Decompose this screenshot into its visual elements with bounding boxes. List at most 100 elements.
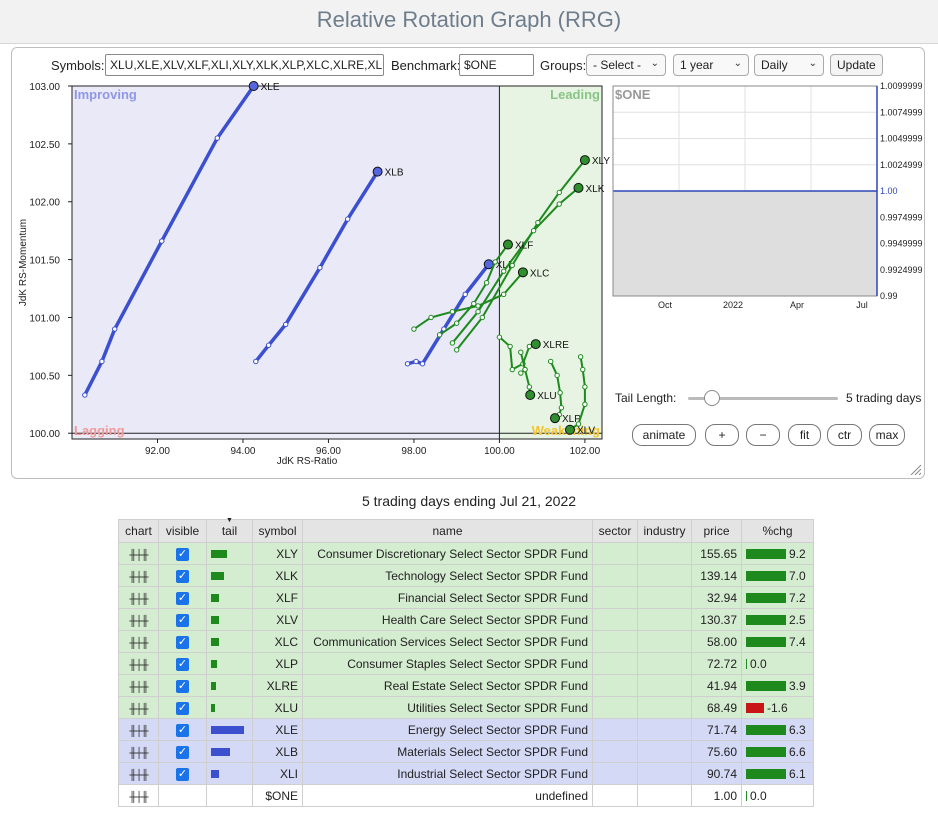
resize-handle-icon[interactable]: [909, 463, 921, 475]
chart-cell[interactable]: ╫┼╫: [118, 542, 159, 565]
candlestick-icon[interactable]: ╫┼╫: [129, 638, 148, 649]
table-row[interactable]: ╫┼╫ $ONE undefined 1.00 0.0: [118, 784, 814, 807]
rrg-chart[interactable]: ImprovingLeadingLaggingWeakening92.0094.…: [12, 48, 924, 478]
table-row[interactable]: ╫┼╫ ✓ XLV Health Care Select Sector SPDR Fu…: [118, 608, 814, 631]
table-row[interactable]: ╫┼╫ ✓ XLRE Real Estate Select Sector SPDR F…: [118, 674, 814, 697]
header-industry[interactable]: industry: [637, 519, 692, 543]
visible-cell[interactable]: ✓: [158, 740, 207, 763]
header-price[interactable]: price: [691, 519, 742, 543]
name-cell: Materials Select Sector SPDR Fund: [302, 740, 593, 763]
visible-cell[interactable]: ✓: [158, 586, 207, 609]
tail-bar: [211, 638, 219, 647]
chg-bar: [746, 571, 786, 582]
candlestick-icon[interactable]: ╫┼╫: [129, 594, 148, 605]
chart-cell[interactable]: ╫┼╫: [118, 784, 159, 807]
candlestick-icon[interactable]: ╫┼╫: [129, 726, 148, 737]
candlestick-icon[interactable]: ╫┼╫: [129, 792, 148, 803]
table-header-row: chart visible tail ▼ symbol name sector i…: [118, 517, 814, 543]
visible-checkbox[interactable]: ✓: [176, 679, 189, 693]
candlestick-icon[interactable]: ╫┼╫: [129, 682, 148, 693]
table-row[interactable]: ╫┼╫ ✓ XLI Industrial Select Sector SPDR Fun…: [118, 762, 814, 785]
table-row[interactable]: ╫┼╫ ✓ XLK Technology Select Sector SPDR Fun…: [118, 564, 814, 587]
candlestick-icon[interactable]: ╫┼╫: [129, 748, 148, 759]
header-tail[interactable]: tail ▼: [206, 517, 253, 543]
visible-checkbox[interactable]: ✓: [176, 547, 189, 561]
chart-cell[interactable]: ╫┼╫: [118, 630, 159, 653]
candlestick-icon[interactable]: ╫┼╫: [129, 616, 148, 627]
animate-button[interactable]: animate: [632, 424, 696, 446]
chart-cell[interactable]: ╫┼╫: [118, 718, 159, 741]
visible-checkbox[interactable]: ✓: [176, 635, 189, 649]
symbol-text: XLU: [274, 700, 298, 715]
table-row[interactable]: ╫┼╫ ✓ XLE Energy Select Sector SPDR Fund 71.…: [118, 718, 814, 741]
candlestick-icon[interactable]: ╫┼╫: [129, 704, 148, 715]
tail-point-xle: [159, 238, 165, 244]
chart-cell[interactable]: ╫┼╫: [118, 608, 159, 631]
table-row[interactable]: ╫┼╫ ✓ XLY Consumer Discretionary Select Sec…: [118, 542, 814, 565]
visible-cell[interactable]: [158, 784, 207, 807]
visible-checkbox[interactable]: ✓: [176, 701, 189, 715]
candlestick-icon[interactable]: ╫┼╫: [129, 550, 148, 561]
chart-cell[interactable]: ╫┼╫: [118, 652, 159, 675]
tail-point-xlf: [492, 259, 498, 265]
max-button[interactable]: max: [869, 424, 905, 446]
header-name[interactable]: name: [302, 519, 593, 543]
candlestick-icon[interactable]: ╫┼╫: [129, 572, 148, 583]
visible-checkbox[interactable]: ✓: [176, 723, 189, 737]
price-cell: 32.94: [691, 586, 742, 609]
visible-cell[interactable]: ✓: [158, 696, 207, 719]
visible-cell[interactable]: ✓: [158, 608, 207, 631]
chart-cell[interactable]: ╫┼╫: [118, 762, 159, 785]
tail-length-slider-handle[interactable]: [704, 390, 720, 406]
tail-point-xlc: [500, 291, 507, 298]
zoom-out-button[interactable]: −: [746, 424, 780, 446]
visible-checkbox[interactable]: ✓: [176, 591, 189, 605]
zoom-in-button[interactable]: +: [705, 424, 739, 446]
visible-cell[interactable]: ✓: [158, 674, 207, 697]
visible-cell[interactable]: ✓: [158, 564, 207, 587]
visible-checkbox[interactable]: ✓: [176, 569, 189, 583]
visible-cell[interactable]: ✓: [158, 762, 207, 785]
center-button[interactable]: ctr: [827, 424, 862, 446]
table-row[interactable]: ╫┼╫ ✓ XLU Utilities Select Sector SPDR Fund…: [118, 696, 814, 719]
tail-point-xlk: [500, 268, 507, 274]
header-sector[interactable]: sector: [592, 519, 638, 543]
table-row[interactable]: ╫┼╫ ✓ XLB Materials Select Sector SPDR Fund…: [118, 740, 814, 763]
price-text: 90.74: [706, 766, 737, 781]
symbol-text: XLB: [275, 744, 298, 759]
title-bar: Relative Rotation Graph (RRG): [0, 0, 938, 44]
header-chg[interactable]: %chg: [741, 519, 814, 543]
visible-cell[interactable]: ✓: [158, 652, 207, 675]
candlestick-icon[interactable]: ╫┼╫: [129, 770, 148, 781]
name-cell: Industrial Select Sector SPDR Fund: [302, 762, 593, 785]
visible-cell[interactable]: ✓: [158, 718, 207, 741]
chart-cell[interactable]: ╫┼╫: [118, 740, 159, 763]
table-row[interactable]: ╫┼╫ ✓ XLP Consumer Staples Select Sector SP…: [118, 652, 814, 675]
price-text: 58.00: [706, 634, 737, 649]
table-row[interactable]: ╫┼╫ ✓ XLC Communication Services Select Sec…: [118, 630, 814, 653]
chart-cell[interactable]: ╫┼╫: [118, 564, 159, 587]
header-chart[interactable]: chart: [118, 519, 159, 543]
fit-button[interactable]: fit: [788, 424, 821, 446]
tail-point-xle: [112, 326, 118, 332]
chg-cell: 0.0: [741, 784, 814, 807]
candlestick-icon[interactable]: ╫┼╫: [129, 660, 148, 671]
header-symbol[interactable]: symbol: [252, 519, 303, 543]
price-cell: 90.74: [691, 762, 742, 785]
visible-checkbox[interactable]: ✓: [176, 745, 189, 759]
table-row[interactable]: ╫┼╫ ✓ XLF Financial Select Sector SPDR Fund…: [118, 586, 814, 609]
header-visible[interactable]: visible: [158, 519, 207, 543]
visible-checkbox[interactable]: ✓: [176, 657, 189, 671]
visible-cell[interactable]: ✓: [158, 542, 207, 565]
tail-point-xle: [99, 358, 105, 365]
chart-cell[interactable]: ╫┼╫: [118, 674, 159, 697]
chart-cell[interactable]: ╫┼╫: [118, 586, 159, 609]
chart-cell[interactable]: ╫┼╫: [118, 696, 159, 719]
visible-checkbox[interactable]: ✓: [176, 767, 189, 781]
sector-cell: [592, 674, 638, 697]
symbol-cell: XLRE: [252, 674, 303, 697]
visible-checkbox[interactable]: ✓: [176, 613, 189, 627]
tail-cell: [206, 542, 253, 565]
visible-cell[interactable]: ✓: [158, 630, 207, 653]
x-tick-label: 102.00: [570, 446, 601, 457]
